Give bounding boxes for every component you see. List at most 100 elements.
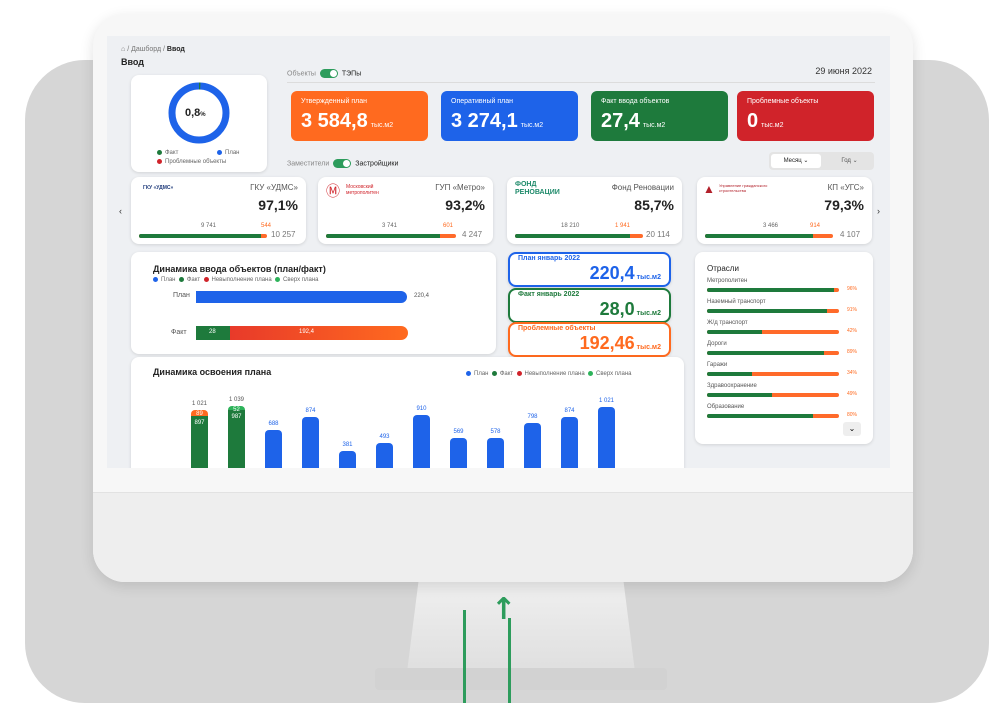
industry-percent: 96%	[847, 286, 858, 292]
stat-value: 192,46 тыс.м2	[580, 333, 661, 354]
industry-percent: 42%	[847, 328, 858, 334]
org-card-ugs[interactable]: ▲ Управление гражданского строительства …	[697, 177, 872, 244]
breadcrumb-dashboard[interactable]: Дашборд	[131, 46, 161, 53]
breadcrumb-sep: /	[163, 46, 165, 53]
org-progress	[515, 234, 643, 238]
plan-column-label: 1 021	[598, 398, 615, 405]
org-card-metro[interactable]: Ⓜ Московский метрополитен ГУП «Метро» 93…	[318, 177, 493, 244]
kpi-number: 0	[747, 110, 759, 132]
legend-dot	[217, 150, 222, 155]
legend-dot	[516, 371, 522, 376]
fact-column-label: 897	[194, 419, 205, 426]
kpi-label: Проблемные объекты	[747, 98, 819, 105]
legend-dot	[157, 159, 162, 164]
plan-bar	[196, 291, 407, 303]
org-value-b: 601	[443, 223, 454, 229]
toggle-switch[interactable]	[319, 69, 338, 78]
plan-bar-value: 220,4	[414, 293, 430, 299]
donut-card: 0,8% Факт План Проблемные объекты	[131, 75, 267, 172]
home-icon[interactable]: ⌂	[121, 46, 125, 53]
plan-column	[598, 407, 615, 468]
fail-bar	[230, 326, 408, 340]
period-year-button[interactable]: Год ⌄	[827, 154, 872, 168]
toggle-switch[interactable]	[333, 159, 352, 168]
plan-column	[561, 417, 578, 468]
card-title: Динамика освоения плана	[153, 367, 272, 377]
toggle-left-label: Заместители	[287, 160, 330, 168]
industries-card: Отрасли Метрополитен 96% Наземный транспор…	[695, 252, 873, 444]
industry-progress-fill	[707, 309, 828, 313]
org-logo: Управление гражданского строительства	[719, 183, 768, 193]
plan-column	[339, 451, 356, 468]
industry-progress	[707, 288, 839, 292]
org-logo: ФОНД РЕНОВАЦИИ	[515, 181, 560, 196]
breadcrumb: ⌂ / Дашборд / Ввод	[121, 46, 185, 53]
toggle-right-label: Застройщики	[355, 160, 399, 168]
industry-progress	[707, 309, 839, 313]
org-logo: ГКУ «УДМС»	[143, 185, 174, 191]
kpi-operative-plan[interactable]: Оперативный план 3 274,1 тыс.м2	[441, 91, 578, 141]
ugs-logo-icon: ▲	[703, 182, 715, 196]
column-total-label: 1 021	[191, 400, 208, 407]
plan-column	[487, 437, 504, 468]
stat-fact: Факт январь 2022 28,0 тыс.м2	[508, 288, 671, 323]
org-percent: 79,3%	[824, 197, 864, 213]
industry-progress-fill	[707, 393, 772, 397]
card-title: Отрасли	[707, 264, 739, 273]
industry-label: Метрополитен	[707, 278, 748, 284]
kpi-value: 0 тыс.м2	[747, 110, 784, 133]
org-value-a: 18 210	[561, 223, 580, 229]
legend-dot	[588, 371, 594, 376]
arrow-up-icon: ↑	[491, 592, 517, 627]
stat-unit: тыс.м2	[636, 274, 661, 281]
chevron-down-icon[interactable]: ⌄	[843, 422, 861, 436]
org-name: КП «УГС»	[827, 183, 864, 192]
card-title: Динамика ввода объектов (план/факт)	[153, 264, 326, 274]
fact-row-label: Факт	[171, 329, 187, 336]
chevron-left-icon[interactable]: ‹	[119, 206, 122, 216]
chevron-right-icon[interactable]: ›	[877, 206, 880, 216]
period-month-label: Месяц	[783, 158, 802, 164]
kpi-problem[interactable]: Проблемные объекты 0 тыс.м2	[737, 91, 874, 141]
kpi-label: Утвержденный план	[301, 98, 367, 105]
industry-label: Наземный транспорт	[707, 299, 766, 305]
kpi-unit: тыс.м2	[370, 122, 394, 129]
stat-value: 220,4 тыс.м2	[590, 263, 661, 284]
fail-bar-value: 192,4	[299, 329, 315, 335]
legend-label: План	[225, 150, 240, 157]
industry-percent: 49%	[847, 391, 858, 397]
industry-label: Гаражи	[707, 362, 728, 368]
org-card-renovation[interactable]: ФОНД РЕНОВАЦИИ Фонд Реновации 85,7% 18 2…	[507, 177, 682, 244]
org-value-b: 544	[261, 223, 272, 229]
kpi-number: 3 584,8	[301, 110, 368, 132]
donut-legend-plan: План	[217, 150, 239, 156]
toggle-deputies[interactable]: Заместители Застройщики	[287, 159, 398, 168]
industry-progress-fill	[707, 330, 763, 334]
kpi-value: 27,4 тыс.м2	[601, 110, 665, 133]
toggle-objects[interactable]: Объекты ТЭПы	[287, 69, 361, 78]
kpi-unit: тыс.м2	[520, 122, 544, 129]
org-progress-fill	[326, 234, 441, 238]
plan-column-label: 688	[268, 421, 279, 428]
stat-label: Проблемные объекты	[518, 325, 596, 332]
org-value-a: 3 741	[382, 223, 398, 229]
legend: План Факт Невыполнение плана Сверх плана	[153, 277, 319, 283]
period-month-button[interactable]: Месяц ⌄	[771, 154, 821, 168]
stat-number: 192,46	[579, 333, 635, 353]
org-total: 10 257	[271, 230, 296, 239]
column-extra-label: 89	[196, 410, 203, 417]
toggle-right-label: ТЭПы	[341, 70, 362, 78]
legend-label: Факт	[186, 277, 201, 284]
stat-number: 220,4	[589, 263, 635, 283]
org-total: 20 114	[646, 230, 670, 239]
org-progress	[139, 234, 267, 238]
org-progress-fill	[705, 234, 813, 238]
date-label: 29 июня 2022	[815, 66, 872, 76]
metro-logo-icon: Ⓜ	[326, 183, 340, 199]
industry-progress	[707, 330, 839, 334]
legend-label: Сверх плана	[283, 277, 319, 284]
kpi-approved-plan[interactable]: Утвержденный план 3 584,8 тыс.м2	[291, 91, 428, 141]
kpi-fact[interactable]: Факт ввода объектов 27,4 тыс.м2	[591, 91, 728, 141]
stat-label: Факт январь 2022	[518, 291, 580, 298]
org-card-udms[interactable]: ГКУ «УДМС» ГКУ «УДМС» 97,1% 9 741 544 10…	[131, 177, 306, 244]
